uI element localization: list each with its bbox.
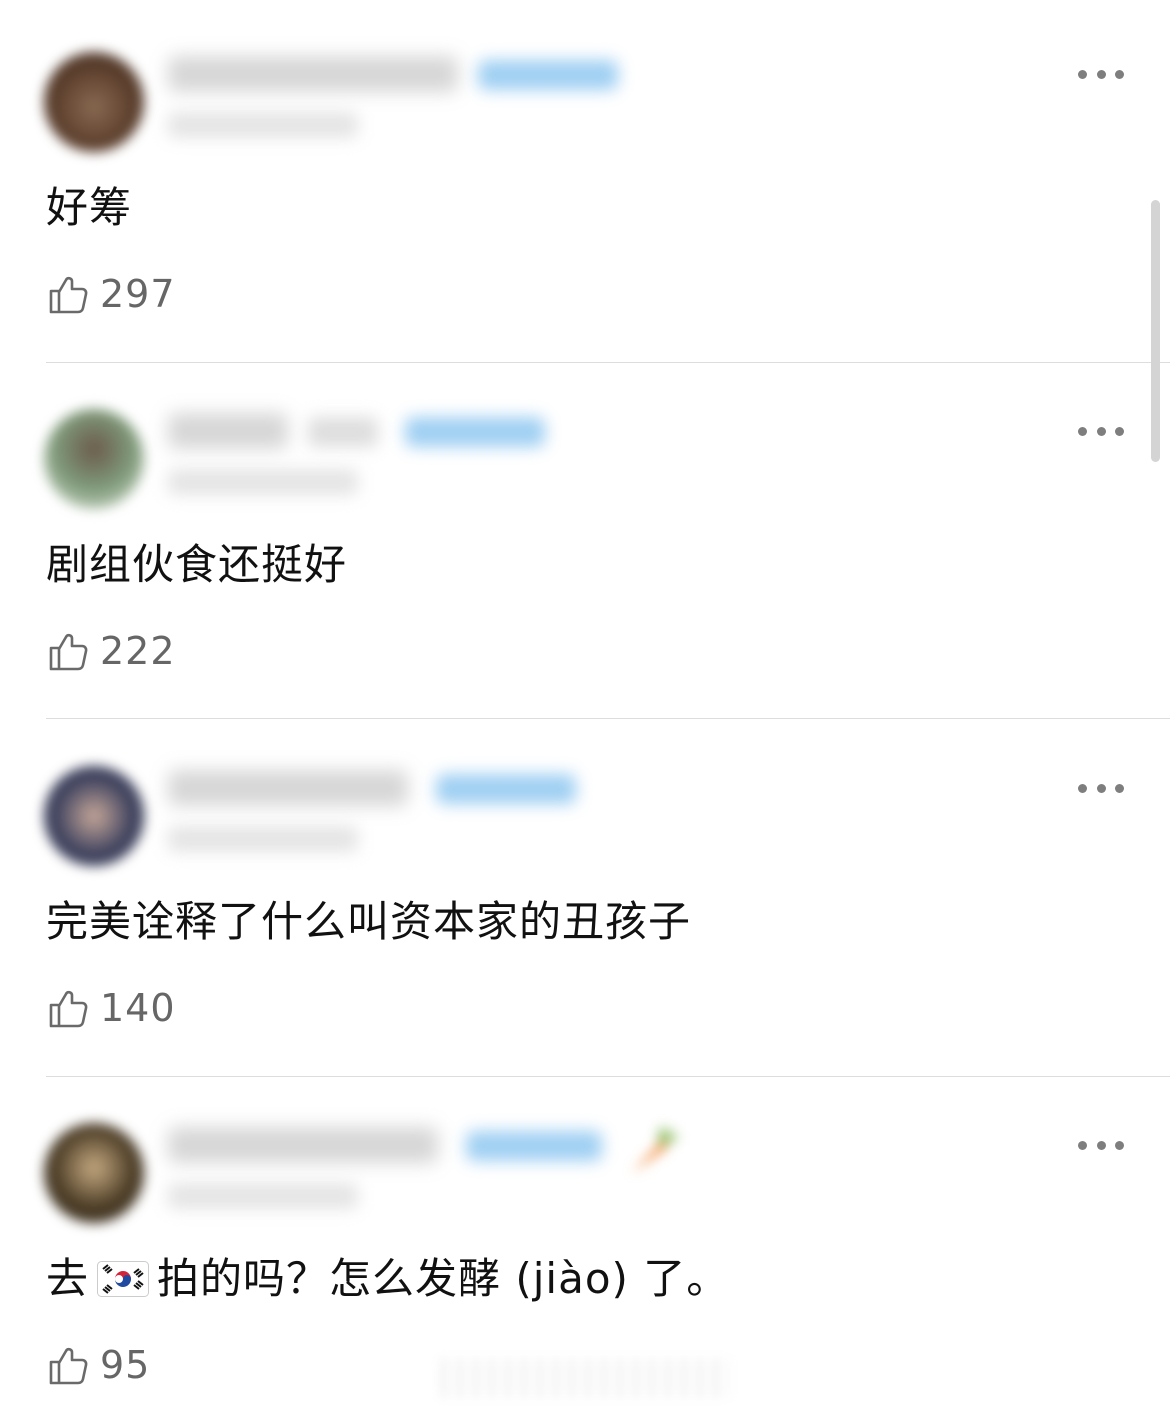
comment-item: 完美诠释了什么叫资本家的丑孩子 140	[0, 714, 1170, 1071]
avatar[interactable]	[44, 409, 144, 509]
comment-item: 好筹 297	[0, 0, 1170, 357]
avatar[interactable]	[44, 1123, 144, 1223]
blurred-badge	[466, 1131, 602, 1161]
comment-item: 剧组伙食还挺好 222	[0, 357, 1170, 714]
more-dot	[1096, 426, 1106, 436]
carrot-icon	[632, 1127, 678, 1173]
more-dot	[1096, 1140, 1106, 1150]
blurred-username[interactable]	[168, 1127, 438, 1163]
thumbs-up-icon	[49, 990, 88, 1028]
blurred-username[interactable]	[168, 770, 408, 806]
avatar[interactable]	[44, 52, 144, 152]
more-dot	[1078, 1140, 1087, 1150]
blurred-timestamp	[168, 469, 358, 495]
like-count: 222	[100, 629, 176, 673]
thumbs-up-icon	[49, 276, 88, 314]
more-options-button[interactable]	[1074, 776, 1128, 800]
more-dot	[1078, 783, 1087, 793]
blurred-badge	[436, 774, 576, 804]
comment-text: 好筹	[46, 183, 133, 232]
thumbs-up-icon	[49, 633, 88, 671]
like-button[interactable]: 222	[46, 623, 176, 679]
avatar[interactable]	[44, 766, 144, 866]
more-dot	[1115, 426, 1124, 436]
more-dot	[1096, 783, 1106, 793]
comment-text: 完美诠释了什么叫资本家的丑孩子	[46, 897, 692, 946]
comment-text: 剧组伙食还挺好	[46, 540, 348, 589]
blurred-watermark	[440, 1358, 730, 1398]
more-options-button[interactable]	[1074, 62, 1128, 86]
blurred-badge	[405, 417, 545, 447]
blurred-username[interactable]	[168, 413, 288, 449]
comment-text-before: 去	[46, 1254, 90, 1303]
comment-text: 去 拍的吗？怎么发酵 (jiào) 了。	[46, 1249, 729, 1309]
blurred-timestamp	[168, 1183, 358, 1209]
more-options-button[interactable]	[1074, 419, 1128, 443]
like-count: 297	[100, 272, 176, 316]
more-dot	[1078, 426, 1087, 436]
more-options-button[interactable]	[1074, 1133, 1128, 1157]
more-dot	[1096, 69, 1106, 79]
more-dot	[1115, 69, 1124, 79]
blurred-badge	[478, 60, 618, 90]
like-button[interactable]: 140	[46, 980, 176, 1036]
like-button[interactable]: 95	[46, 1337, 150, 1393]
south-korea-flag-icon	[97, 1261, 150, 1297]
more-dot	[1115, 1140, 1124, 1150]
blurred-timestamp	[168, 826, 358, 852]
thumbs-up-icon	[49, 1347, 88, 1385]
like-count: 140	[100, 986, 176, 1030]
comment-text-after: 拍的吗？怎么发酵 (jiào) 了。	[157, 1254, 730, 1303]
more-dot	[1115, 783, 1124, 793]
blurred-remark	[308, 417, 378, 447]
scrollbar[interactable]	[1151, 200, 1160, 462]
more-dot	[1078, 69, 1087, 79]
blurred-timestamp	[168, 112, 358, 138]
like-button[interactable]: 297	[46, 266, 176, 322]
like-count: 95	[100, 1343, 151, 1387]
blurred-username[interactable]	[168, 56, 458, 92]
